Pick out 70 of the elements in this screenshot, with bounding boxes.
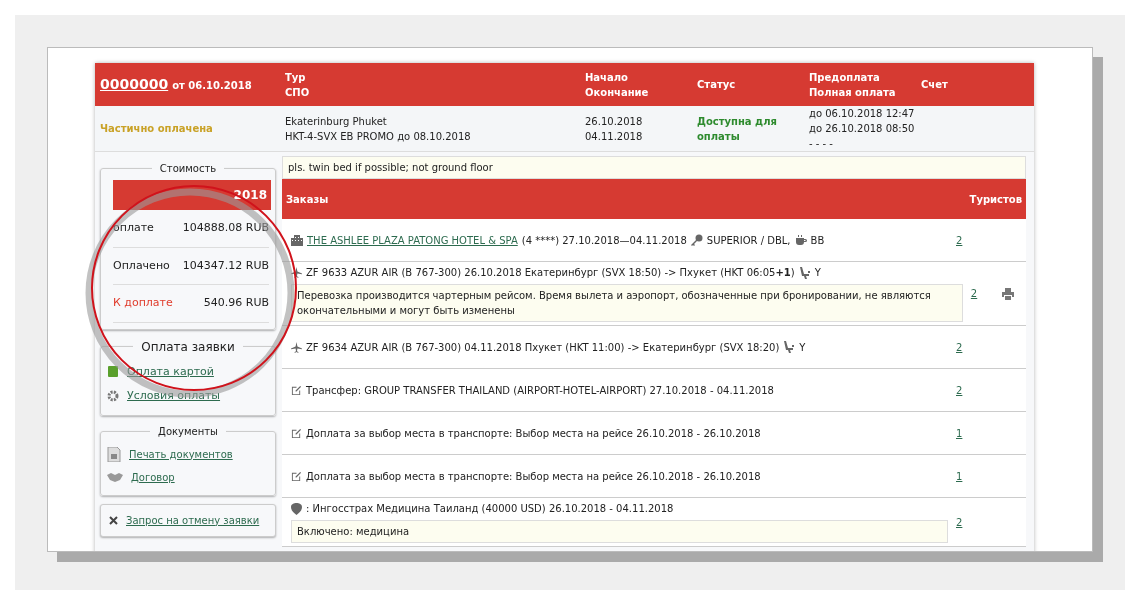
panel-link[interactable]: Договор (131, 469, 175, 485)
order-text: (4 ****) 27.10.2018—04.11.2018 (521, 233, 687, 248)
column-header: Счет (921, 78, 948, 92)
class-text: Y (799, 340, 806, 355)
plane-icon (291, 341, 302, 353)
close-icon (109, 515, 118, 525)
column-header: Предоплата (809, 70, 881, 85)
room-text: SUPERIOR / DBL, (706, 233, 791, 248)
panel-link[interactable]: Условия оплаты (127, 388, 221, 405)
cost-amount: 104888.08 RUB (182, 220, 269, 236)
order-text: ZF 9633 AZUR AIR (B 767-300) 26.10.2018 Екатеринбург (SVX 18:50) -> Пхукет (HKT 06:05+1) (306, 266, 795, 280)
column-header: Окончание (585, 85, 650, 100)
order-text: Трансфер: GROUP TRANSFER THAILAND (AIRPORT-HOTEL-AIRPORT) 27.10.2018 - 04.11.2018 (306, 383, 774, 398)
tour-text: HKT-4-SVX EB PROMO до 08.10.2018 (285, 129, 472, 144)
order-date: от 06.10.2018 (172, 79, 252, 93)
deadline-text: - - - - (809, 137, 834, 151)
tourist-count-link[interactable]: 2 (970, 286, 1002, 301)
tourist-count-link[interactable]: 1 (956, 468, 996, 484)
order-text: ZF 9634 AZUR AIR (B 767-300) 04.11.2018 Пхукет (HKT 11:00) -> Екатеринбург (SVX 18:20) (306, 340, 780, 355)
column-header: СПО (285, 85, 311, 100)
hotel-link[interactable]: THE ASHLEE PLAZA PATONG HOTEL & SPA (307, 232, 518, 248)
gear-icon (107, 390, 119, 403)
cost-label: К доплате (113, 295, 173, 311)
edit-icon (291, 427, 302, 439)
cost-header: 2018 (113, 180, 271, 210)
column-header: Заказы (286, 192, 329, 207)
column-header: Туристов (969, 192, 1022, 207)
tourist-count-link[interactable]: 2 (956, 514, 996, 530)
column-header: Начало (585, 70, 629, 85)
shield-icon (291, 502, 302, 515)
order-note: Перевозка производится чартерным рейсом. Время вылета и аэропорт, обозначенные при бронировании, не являются окончательными и могут быть изменены (291, 284, 963, 322)
deadline-text: до 26.10.2018 08:50 (809, 122, 916, 136)
tour-text: Ekaterinburg Phuket (285, 114, 388, 129)
tourist-count-link[interactable]: 2 (956, 382, 996, 398)
key-icon (690, 234, 703, 246)
date-text: 26.10.2018 (585, 114, 644, 129)
order-text: Доплата за выбор места в транспорте: Выбор места на рейсе 26.10.2018 - 26.10.2018 (306, 469, 761, 484)
column-header: Полная оплата (809, 85, 897, 100)
comment-note: pls. twin bed if possible; not ground floor (282, 156, 1026, 179)
order-note: Включено: медицина (291, 520, 948, 543)
edit-icon (291, 384, 302, 396)
meal-text: BB (810, 233, 825, 248)
date-text: 04.11.2018 (585, 129, 644, 144)
plane-icon (291, 267, 302, 278)
tourist-count-link[interactable]: 2 (956, 339, 996, 355)
order-number-link[interactable]: 0000000 (100, 74, 169, 95)
order-status: Частично оплачена (100, 123, 213, 134)
deadline-text: до 06.10.2018 12:47 (809, 107, 916, 121)
column-header: Статус (697, 78, 737, 92)
building-icon (291, 234, 303, 246)
card-icon (107, 365, 119, 379)
availability-status: Доступна для оплаты (697, 114, 778, 144)
tourist-count-link[interactable]: 2 (956, 232, 996, 248)
column-header: Тур (285, 70, 307, 85)
cup-icon (794, 234, 807, 246)
document-icon (107, 446, 121, 462)
seat-icon (798, 266, 811, 279)
order-text: : Ингосстрах Медицина Таиланд (40000 USD) 26.10.2018 - 04.11.2018 (306, 502, 674, 516)
tourist-count-link[interactable]: 1 (956, 425, 996, 441)
cost-amount: 104347.12 RUB (182, 257, 269, 274)
cost-label: Оплачено (113, 257, 170, 274)
panel-link[interactable]: Печать документов (129, 446, 233, 462)
printer-icon[interactable] (1001, 288, 1014, 300)
cost-label: оплате (113, 220, 154, 236)
cost-amount: 540.96 RUB (203, 295, 269, 311)
seat-icon (783, 341, 796, 353)
cancel-request-link[interactable]: Запрос на отмену заявки (126, 512, 260, 528)
class-text: Y (814, 266, 821, 280)
edit-icon (291, 470, 302, 482)
order-text: Доплата за выбор места в транспорте: Выбор места на рейсе 26.10.2018 - 26.10.2018 (306, 426, 761, 441)
